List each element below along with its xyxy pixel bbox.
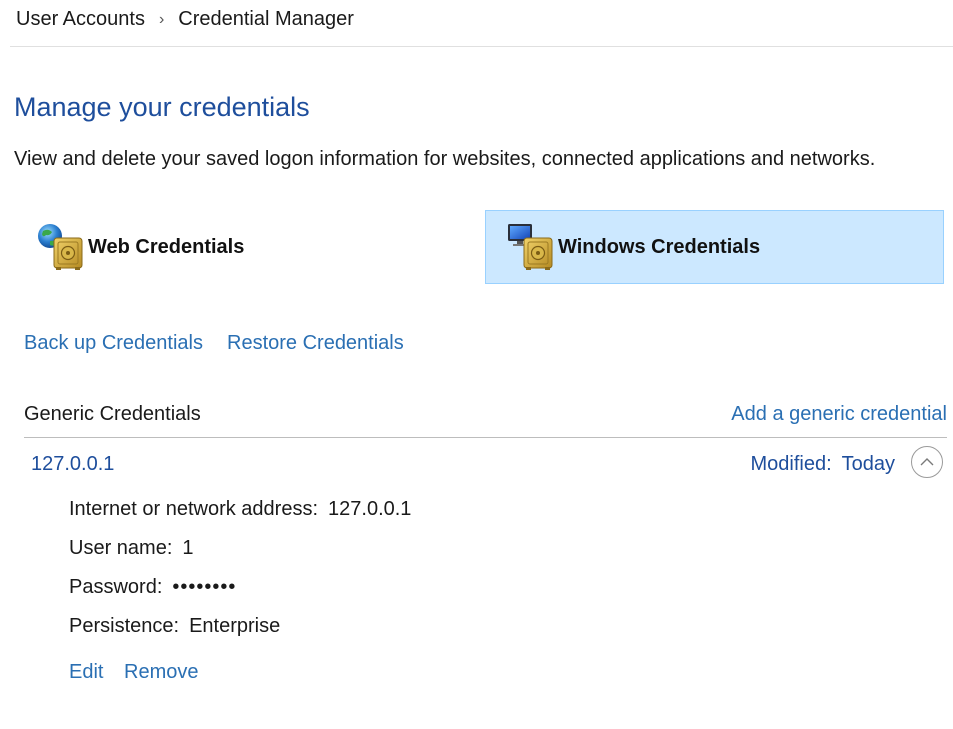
- password-value: ••••••••: [172, 576, 237, 598]
- globe-vault-icon: [34, 221, 86, 273]
- credential-entry-name[interactable]: 127.0.0.1: [31, 453, 114, 476]
- remove-link[interactable]: Remove: [124, 661, 198, 684]
- detail-address: Internet or network address: 127.0.0.1: [69, 498, 411, 521]
- chevron-up-icon: [920, 458, 934, 466]
- persistence-label: Persistence:: [69, 615, 180, 637]
- breadcrumb: User Accounts › Credential Manager: [16, 8, 354, 31]
- web-credentials-tile[interactable]: Web Credentials: [30, 210, 350, 284]
- edit-link[interactable]: Edit: [69, 661, 103, 684]
- section-divider: [24, 437, 947, 438]
- breadcrumb-user-accounts[interactable]: User Accounts: [16, 8, 145, 31]
- persistence-value: Enterprise: [189, 615, 281, 637]
- page-description: View and delete your saved logon informa…: [14, 148, 876, 170]
- monitor-vault-icon: [504, 221, 556, 273]
- windows-credentials-label: Windows Credentials: [558, 235, 761, 258]
- chevron-right-icon: ›: [158, 10, 165, 28]
- modified-value: Today: [841, 453, 895, 475]
- section-title-generic: Generic Credentials: [24, 403, 201, 425]
- detail-persistence: Persistence: Enterprise: [69, 615, 280, 638]
- address-label: Internet or network address:: [69, 498, 319, 520]
- header-divider: [10, 46, 953, 47]
- username-label: User name:: [69, 537, 173, 559]
- credential-modified: Modified: Today: [750, 453, 895, 476]
- modified-label: Modified:: [750, 453, 832, 475]
- address-value: 127.0.0.1: [328, 498, 412, 520]
- windows-credentials-tile[interactable]: Windows Credentials: [485, 210, 944, 284]
- web-credentials-label: Web Credentials: [88, 235, 245, 258]
- page-title: Manage your credentials: [14, 92, 310, 122]
- username-value: 1: [182, 537, 194, 559]
- backup-credentials-link[interactable]: Back up Credentials: [24, 332, 203, 355]
- restore-credentials-link[interactable]: Restore Credentials: [227, 332, 404, 355]
- breadcrumb-credential-manager[interactable]: Credential Manager: [178, 8, 354, 31]
- add-generic-credential-link[interactable]: Add a generic credential: [731, 403, 947, 426]
- detail-username: User name: 1: [69, 537, 194, 560]
- password-label: Password:: [69, 576, 163, 598]
- detail-password: Password: ••••••••: [69, 576, 236, 599]
- collapse-button[interactable]: [911, 446, 943, 478]
